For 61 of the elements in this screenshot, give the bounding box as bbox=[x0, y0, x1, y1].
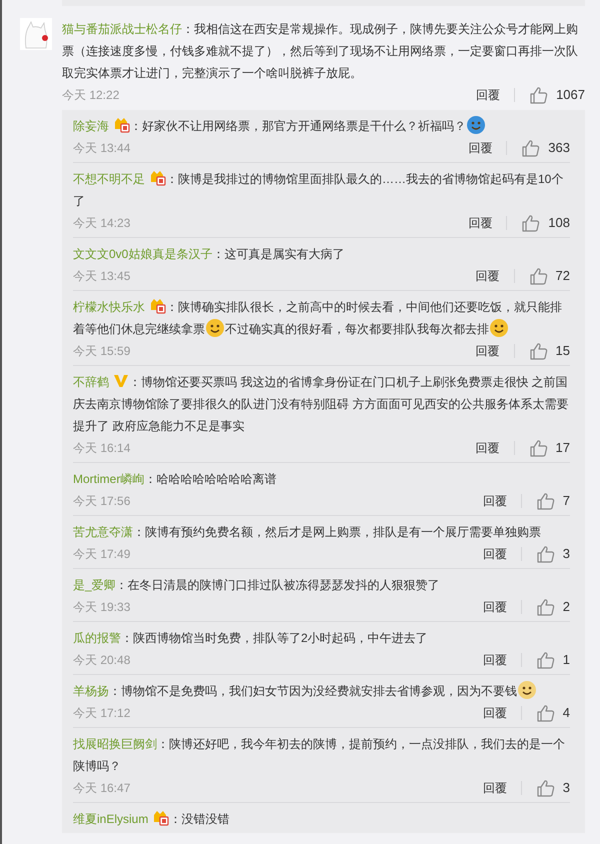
timestamp: 今天 13:45 bbox=[73, 268, 130, 285]
timestamp: 今天 16:47 bbox=[73, 780, 130, 797]
thumbs-up-icon bbox=[536, 704, 555, 722]
timestamp: 今天 16:14 bbox=[73, 440, 130, 457]
reply-link[interactable]: 回覆 bbox=[476, 439, 500, 457]
like-button[interactable]: 17 bbox=[528, 438, 570, 458]
comment-text: 文文文0v0姑娘真是条汉子：这可真是属实有大病了 bbox=[73, 246, 346, 263]
comment-text: 苦尤意夺潇：陕博有预约免费名额，然后才是网上购票，排队是有一个展厅需要单独购票 bbox=[73, 524, 542, 541]
comment-text: 是_爱卿：在冬日清晨的陕博门口排过队被冻得瑟瑟发抖的人狠狠赞了 bbox=[73, 577, 441, 594]
timestamp: 今天 15:59 bbox=[73, 343, 130, 360]
like-button[interactable]: 3 bbox=[536, 544, 570, 564]
reply-link[interactable]: 回覆 bbox=[468, 139, 492, 157]
reply-link[interactable]: 回覆 bbox=[482, 492, 507, 510]
like-button[interactable]: 1 bbox=[536, 650, 570, 670]
thumbs-up-icon bbox=[528, 438, 548, 458]
thumbs-up-icon bbox=[521, 138, 540, 158]
thumbs-up-icon bbox=[536, 544, 555, 564]
thumbs-up-icon bbox=[521, 214, 540, 232]
like-button[interactable]: 363 bbox=[521, 138, 570, 158]
reply-link[interactable]: 回覆 bbox=[476, 342, 500, 360]
like-button[interactable]: 15 bbox=[528, 341, 570, 361]
like-button[interactable]: 4 bbox=[536, 703, 570, 723]
comment-text: 瓜的报警：陕西博物馆当时免费，排队等了2小时起码，中午进去了 bbox=[73, 630, 429, 647]
timestamp: 今天 17:49 bbox=[73, 546, 130, 563]
timestamp: 今天 17:56 bbox=[73, 493, 130, 510]
like-button[interactable]: 3 bbox=[536, 778, 570, 798]
thumbs-up-icon bbox=[536, 598, 555, 616]
comment-text: 维夏inElysium ：没错没错 bbox=[73, 808, 570, 830]
comment-text: Mortimer嶙峋：哈哈哈哈哈哈哈哈离谱 bbox=[73, 471, 278, 488]
timestamp: 今天 14:23 bbox=[73, 215, 130, 232]
reply-link[interactable]: 回覆 bbox=[482, 598, 507, 616]
timestamp: 今天 12:22 bbox=[62, 87, 120, 104]
comment-text: 不想不明不足 ：陕博是我排过的博物馆里面排队最久的……我去的省博物馆起码有是10个了 bbox=[73, 168, 570, 212]
thumbs-up-icon bbox=[528, 342, 548, 360]
timestamp: 今天 17:12 bbox=[73, 705, 130, 722]
reply-link[interactable]: 回覆 bbox=[482, 779, 507, 797]
thumbs-up-icon bbox=[529, 86, 548, 104]
thumbs-up-icon bbox=[536, 650, 555, 670]
reply-link[interactable]: 回覆 bbox=[482, 545, 507, 563]
reply-link[interactable]: 回覆 bbox=[468, 214, 492, 232]
thumbs-up-icon bbox=[536, 778, 555, 798]
reply-link[interactable]: 回覆 bbox=[482, 704, 507, 722]
comment-text: 柠檬水快乐水 ：陕博确实排队很长，之前高中的时候去看，中间他们还要吃饭，就只能排着等他们休息完继续拿票 不过确实真的很好看，每次都要排队我每次都去排 bbox=[73, 296, 570, 340]
timestamp: 今天 13:44 bbox=[73, 140, 130, 157]
reply-link[interactable]: 回覆 bbox=[476, 86, 500, 104]
reply-link[interactable]: 回覆 bbox=[482, 651, 507, 669]
timestamp: 今天 19:33 bbox=[73, 599, 130, 616]
like-button[interactable]: 1067 bbox=[529, 85, 585, 105]
comment-text: 除妄海 ：好家伙不让用网络票，那官方开通网络票是干什么？祈福吗？ bbox=[73, 115, 570, 137]
like-button[interactable]: 2 bbox=[536, 597, 570, 617]
reply-link[interactable]: 回覆 bbox=[476, 267, 500, 285]
comment-text: 羊杨扬：博物馆不是免费吗，我们妇女节因为没经费就安排去省博参观，因为不要钱 bbox=[73, 680, 570, 702]
comment-text: 猫与番茄派战士松名仔：我相信这在西安是常规操作。现成例子，陕博先要关注公众号才能网上购票（连接速度多慢，付钱多难就不提了），然后等到了现场不让用网络票，一定要窗口再排一次队取完实体票才让进门，完整演示了一个啥叫脱裤子放屁。 bbox=[62, 21, 579, 82]
timestamp: 今天 20:48 bbox=[73, 652, 130, 669]
like-button[interactable]: 7 bbox=[536, 491, 570, 511]
like-button[interactable]: 72 bbox=[528, 266, 570, 286]
comment-text: 不辞鹤 ：博物馆还要买票吗 我这边的省博拿身份证在门口机子上刷张免费票走很快 之前国庆去南京博物馆除了要排很久的队进门没有特别阻碍 方方面面可见西安的公共服务体系太需要提升了 政府应急能力不足是事实 bbox=[73, 372, 570, 435]
thumbs-up-icon bbox=[536, 492, 555, 510]
comment-text: 找展昭换巨阙剑：陕博还好吧，我今年初去的陕博，提前预约，一点没排队，我们去的是一个陕博吗？ bbox=[73, 736, 566, 775]
like-button[interactable]: 108 bbox=[521, 213, 570, 233]
thumbs-up-icon bbox=[528, 266, 548, 286]
